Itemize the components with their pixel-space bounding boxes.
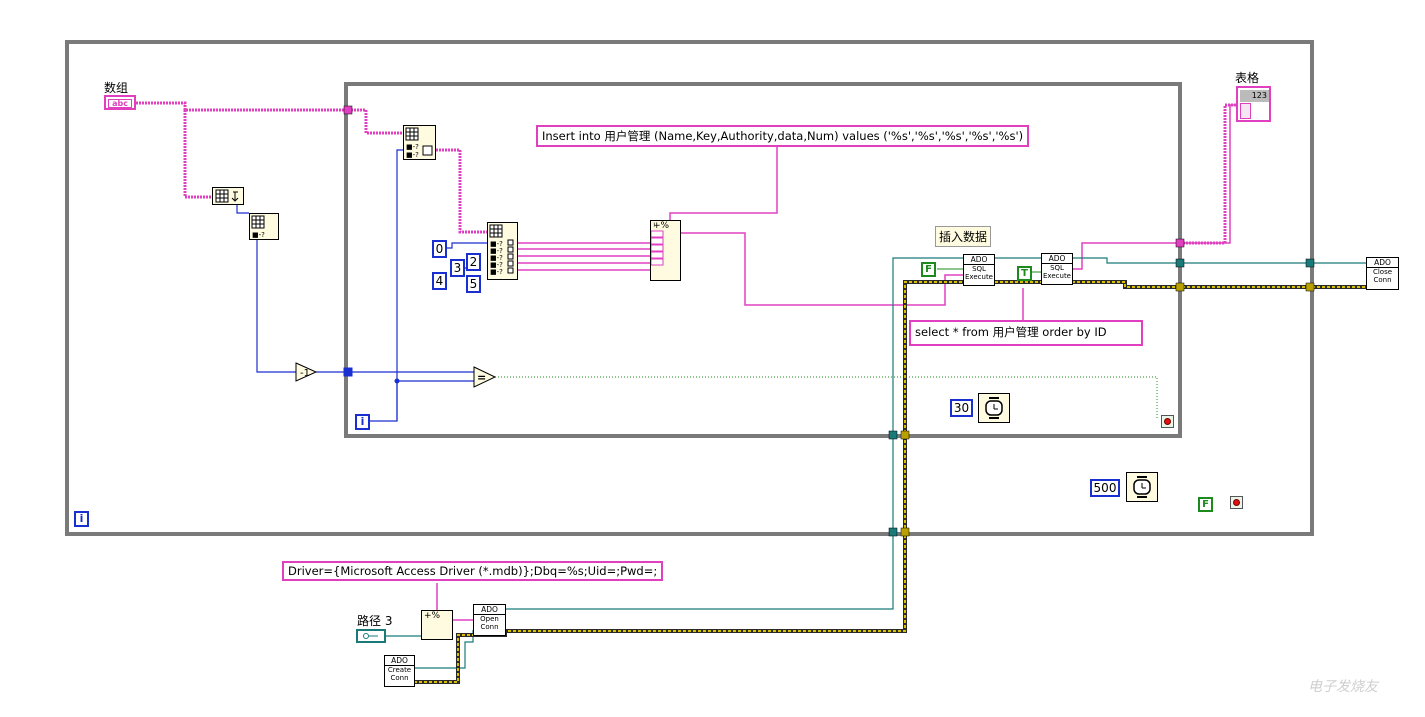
false-constant-stop[interactable]: F (1198, 497, 1213, 512)
string-wires (436, 104, 1238, 621)
index-array-node-outer[interactable]: ■-? (249, 213, 279, 240)
tunnels (343, 105, 1315, 537)
index-array-node-inner[interactable]: ■-? ■-? (403, 125, 436, 160)
path-label: 路径 3 (357, 614, 393, 628)
table-header-icon: 123 (1240, 90, 1269, 102)
index-0-constant[interactable]: 0 (432, 240, 447, 258)
select-sql-constant[interactable]: select * from 用户管理 order by ID (909, 320, 1143, 346)
error-wires (414, 280, 1366, 684)
ado-open-conn-node[interactable]: ADO Open Conn (473, 604, 506, 636)
ado-close-conn-node[interactable]: ADO Close Conn (1366, 257, 1399, 290)
svg-text:■-?: ■-? (252, 231, 265, 239)
insert-sql-constant[interactable]: Insert into 用户管理 (Name,Key,Authority,dat… (536, 125, 1030, 147)
connection-string-constant[interactable]: Driver={Microsoft Access Driver (*.mdb)}… (282, 561, 664, 581)
table-label: 表格 (1235, 71, 1260, 85)
format-into-string-node[interactable]: +% ! (650, 220, 681, 281)
block-diagram-canvas: -1 = (65, 40, 1366, 684)
svg-text:=: = (477, 371, 486, 384)
string-array-wires (136, 101, 487, 234)
ado-create-conn-node[interactable]: ADO Create Conn (384, 655, 415, 687)
svg-text:■-?: ■-? (406, 151, 419, 159)
outer-iteration-terminal: i (74, 511, 89, 527)
index-5-constant[interactable]: 5 (466, 275, 481, 293)
inner-iteration-terminal: i (355, 414, 370, 430)
numeric-wires (236, 149, 487, 422)
wait-30-constant[interactable]: 30 (950, 399, 973, 417)
insert-comment: 插入数据 (935, 226, 992, 247)
refnum-wires (386, 257, 1366, 669)
table-indicator-terminal[interactable]: 123 (1236, 86, 1271, 122)
svg-text:■-?: ■-? (406, 143, 419, 151)
array-size-node[interactable] (212, 187, 244, 205)
table-index-icon (1240, 103, 1251, 119)
ado-sql-execute-select-node[interactable]: ADO SQL Execute (1041, 253, 1073, 285)
index-3-constant[interactable]: 3 (450, 259, 465, 277)
wait-500-constant[interactable]: 500 (1090, 479, 1120, 497)
array-control-terminal[interactable]: abc (104, 95, 136, 110)
path-control-terminal[interactable] (356, 629, 386, 643)
wait-ms-node-inner[interactable] (978, 393, 1010, 423)
false-constant-sql[interactable]: F (921, 262, 936, 277)
svg-text:-1: -1 (300, 368, 310, 379)
format-into-string-path-node[interactable]: +% (421, 610, 453, 640)
watermark-text: 电子发烧友 (1308, 679, 1378, 695)
outer-loop-condition-icon[interactable] (1230, 496, 1243, 509)
svg-text:■-?: ■-? (490, 268, 503, 276)
index-4-constant[interactable]: 4 (432, 272, 447, 290)
index-array-row-node[interactable]: ■-? ■-? ■-? ■-? ■-? (487, 222, 518, 280)
index-2-constant[interactable]: 2 (466, 253, 481, 271)
ado-sql-execute-insert-node[interactable]: ADO SQL Execute (963, 254, 995, 286)
wait-ms-node-outer[interactable] (1126, 472, 1158, 502)
true-constant-sql[interactable]: T (1017, 266, 1032, 281)
array-label: 数组 (104, 81, 129, 95)
svg-text:!: ! (653, 222, 655, 229)
inner-loop-condition-icon[interactable] (1161, 415, 1174, 428)
